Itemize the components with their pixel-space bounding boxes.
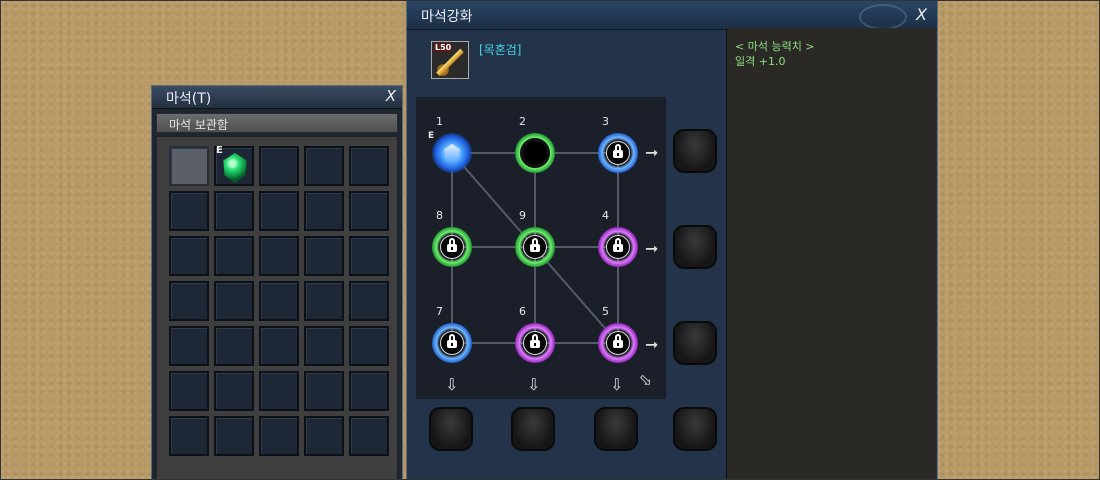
tab-label: 마석 보관함: [169, 118, 229, 132]
node-number-label: 1: [436, 115, 443, 128]
stats-panel: < 마석 능력치 > 일격 +1.0: [726, 28, 936, 480]
down-arrow-icon: ⇩: [527, 375, 541, 394]
inventory-slot[interactable]: [214, 371, 254, 411]
board-node-4[interactable]: [598, 227, 638, 267]
inventory-slot[interactable]: [304, 281, 344, 321]
inventory-slot[interactable]: [259, 326, 299, 366]
inventory-slot[interactable]: [304, 236, 344, 276]
node-number-label: 7: [436, 305, 443, 318]
item-name: [목혼검]: [479, 43, 522, 57]
inventory-slot[interactable]: E: [214, 145, 254, 186]
inventory-slot[interactable]: [259, 146, 299, 186]
down-arrow-icon: ⇩: [610, 375, 624, 394]
lock-icon: [447, 238, 457, 252]
inventory-slot[interactable]: [214, 191, 254, 231]
socket-diagonal[interactable]: [673, 407, 717, 451]
inventory-slot[interactable]: [259, 371, 299, 411]
inventory-slot[interactable]: [214, 416, 254, 456]
node-number-label: 5: [602, 305, 609, 318]
inventory-slot[interactable]: [349, 236, 389, 276]
inventory-slot[interactable]: [169, 191, 209, 231]
inventory-close-icon[interactable]: X: [386, 87, 396, 105]
node-number-label: 2: [519, 115, 526, 128]
inventory-title: 마석(T): [166, 91, 212, 107]
magic-stone-inventory-window: 마석(T) X 마석 보관함 E: [151, 85, 403, 480]
inventory-slot[interactable]: [214, 281, 254, 321]
board-node-7[interactable]: [432, 323, 472, 363]
node-number-label: 3: [602, 115, 609, 128]
inventory-slot[interactable]: [214, 326, 254, 366]
node-number-label: 8: [436, 209, 443, 222]
enhance-close-icon[interactable]: X: [916, 5, 927, 24]
lock-icon: [530, 238, 540, 252]
node-number-label: 9: [519, 209, 526, 222]
board-node-3[interactable]: [598, 133, 638, 173]
inventory-slot[interactable]: [169, 326, 209, 366]
lock-icon: [530, 334, 540, 348]
right-arrow-icon: ➞: [645, 239, 659, 258]
board-node-6[interactable]: [515, 323, 555, 363]
inventory-slot[interactable]: [259, 416, 299, 456]
inventory-slot[interactable]: [259, 191, 299, 231]
sword-item-icon[interactable]: L50: [431, 41, 469, 79]
board-node-5[interactable]: [598, 323, 638, 363]
right-arrow-icon: ➞: [645, 143, 659, 162]
socket-row-3[interactable]: [673, 321, 717, 365]
stats-value: 일격 +1.0: [735, 55, 786, 68]
inventory-slot[interactable]: [169, 416, 209, 456]
inventory-slot[interactable]: [169, 281, 209, 321]
socket-row-2[interactable]: [673, 225, 717, 269]
board-node-8[interactable]: [432, 227, 472, 267]
inventory-slot[interactable]: [304, 416, 344, 456]
board-node-9[interactable]: [515, 227, 555, 267]
inventory-slot[interactable]: [304, 191, 344, 231]
cloud-ornament-icon: [859, 4, 907, 30]
socket-row-1[interactable]: [673, 129, 717, 173]
inventory-slot[interactable]: [349, 326, 389, 366]
lock-icon: [613, 334, 623, 348]
inventory-title-bar[interactable]: 마석(T) X: [152, 86, 402, 109]
lock-icon: [447, 334, 457, 348]
inventory-slot[interactable]: [169, 371, 209, 411]
inventory-slot[interactable]: [349, 371, 389, 411]
right-arrow-icon: ➞: [645, 335, 659, 354]
equipped-badge: E: [428, 131, 435, 141]
item-level-badge: L50: [434, 43, 453, 52]
inventory-slot[interactable]: [169, 146, 209, 186]
tab-magic-stone-storage[interactable]: 마석 보관함: [156, 113, 398, 133]
enhance-title-bar[interactable]: 마석강화 X: [407, 1, 937, 30]
inventory-slot[interactable]: [304, 371, 344, 411]
lock-icon: [613, 144, 623, 158]
socket-col-1[interactable]: [429, 407, 473, 451]
inventory-slot[interactable]: [259, 236, 299, 276]
inventory-grid-panel: E: [156, 136, 398, 479]
blue-gem-icon: [444, 144, 460, 162]
magic-stone-board: 1E 2 3 8 9 4 7 6 5: [416, 97, 666, 399]
sword-blade: [436, 48, 464, 77]
equipped-badge: E: [216, 145, 223, 156]
lock-icon: [613, 238, 623, 252]
stats-header: < 마석 능력치 >: [735, 40, 815, 53]
inventory-slot[interactable]: [304, 146, 344, 186]
socket-col-2[interactable]: [511, 407, 555, 451]
board-node-2[interactable]: [515, 133, 555, 173]
board-node-1[interactable]: [432, 133, 472, 173]
node-number-label: 6: [519, 305, 526, 318]
green-gem-icon: [223, 153, 247, 183]
inventory-slot[interactable]: [349, 281, 389, 321]
inventory-slot[interactable]: [349, 416, 389, 456]
inventory-slot[interactable]: [169, 236, 209, 276]
node-core: [520, 138, 550, 168]
down-arrow-icon: ⇩: [445, 375, 459, 394]
inventory-slot[interactable]: [259, 281, 299, 321]
inventory-grid: E: [169, 145, 389, 456]
inventory-slot[interactable]: [214, 236, 254, 276]
inventory-slot[interactable]: [349, 146, 389, 186]
inventory-slot[interactable]: [349, 191, 389, 231]
inventory-slot[interactable]: [304, 326, 344, 366]
socket-col-3[interactable]: [594, 407, 638, 451]
enhance-title: 마석강화: [421, 9, 473, 25]
node-number-label: 4: [602, 209, 609, 222]
